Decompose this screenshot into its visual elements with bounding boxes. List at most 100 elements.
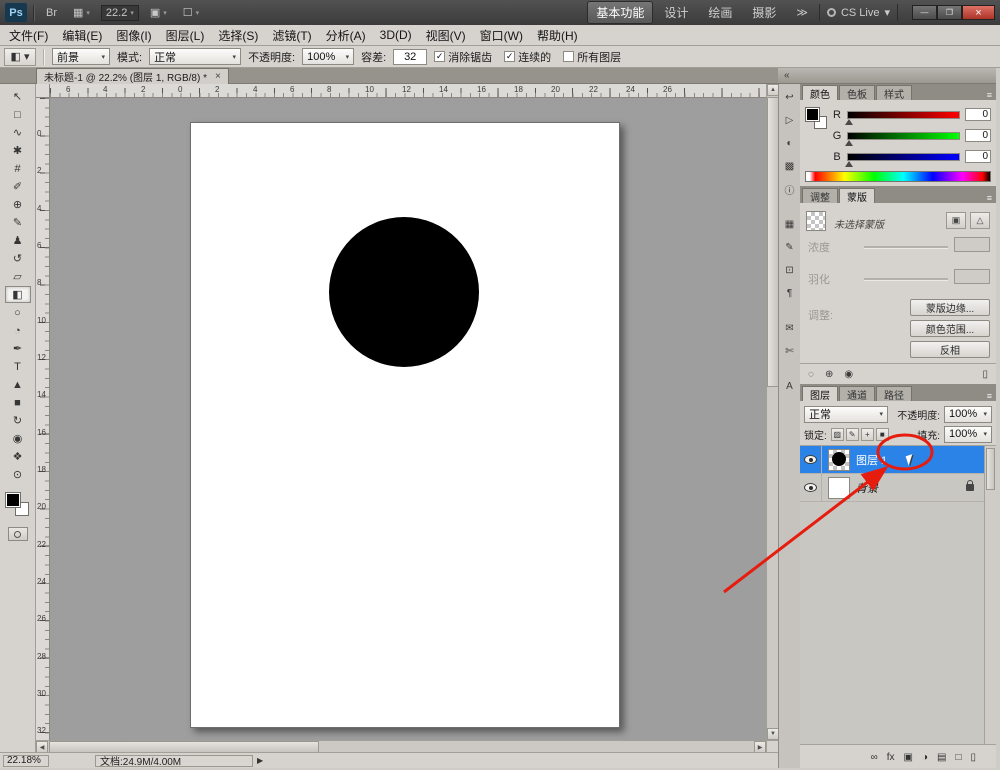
checkbox[interactable] (563, 51, 574, 62)
lock-all-icon[interactable]: ■ (876, 428, 889, 441)
history-panel-icon[interactable]: ↩ (782, 90, 798, 105)
notes-panel-icon[interactable]: ✉ (782, 321, 798, 336)
cs-live-button[interactable]: CS Live ▾ (819, 4, 898, 21)
launch-bridge-button[interactable]: Br (41, 5, 62, 21)
eyedropper-tool[interactable]: ✐ (5, 178, 31, 195)
apply-mask-icon[interactable]: ⊕ (825, 369, 833, 380)
mask-edge-button[interactable]: 蒙版边缘... (910, 299, 990, 316)
delete-mask-icon[interactable]: ▯ (982, 369, 988, 380)
blend-mode-dropdown[interactable]: 正常 ▾ (149, 48, 241, 65)
info-panel-icon[interactable]: ⓘ (782, 182, 798, 197)
menu-item[interactable]: 视图(V) (419, 25, 473, 46)
panel-tab[interactable]: 样式 (876, 85, 912, 100)
adjustments-panel-icon[interactable]: ◐ (782, 136, 798, 151)
panel-tab[interactable]: 通道 (839, 386, 875, 401)
menu-item[interactable]: 图层(L) (159, 25, 212, 46)
panel-tab[interactable]: 颜色 (802, 85, 838, 100)
menu-item[interactable]: 选择(S) (211, 25, 265, 46)
horizontal-ruler[interactable]: 6 4 2 0 2 4 6 8 10 12 14 16 18 20 22 (50, 84, 766, 98)
menu-item[interactable]: 滤镜(T) (265, 25, 318, 46)
layer-opacity-field[interactable]: 100% ▾ (944, 406, 992, 423)
link-layers-icon[interactable]: ∞ (871, 752, 878, 763)
brush-panel-icon[interactable]: ✎ (782, 240, 798, 255)
layer-row-layer1[interactable]: 图层 1 (800, 446, 984, 474)
color-range-button[interactable]: 颜色范围... (910, 320, 990, 337)
panel-tab[interactable]: 蒙版 (839, 188, 875, 203)
foreground-color-swatch[interactable] (806, 108, 819, 121)
layer-thumbnail[interactable] (828, 477, 850, 499)
type-tool[interactable]: T (5, 358, 31, 375)
layer-name[interactable]: 背景 (856, 480, 878, 496)
lock-pixels-icon[interactable]: ✎ (846, 428, 859, 441)
add-layer-mask-icon[interactable]: ▣ (903, 752, 912, 763)
paragraph-panel-icon[interactable]: ¶ (782, 286, 798, 301)
layer-thumbnail[interactable] (828, 449, 850, 471)
photoshop-logo[interactable]: Ps (5, 3, 27, 22)
quick-mask-button[interactable] (8, 527, 28, 541)
ruler-origin-box[interactable] (36, 84, 50, 98)
vertical-scrollbar[interactable]: ▲ ▼ (766, 84, 778, 740)
actions-panel-icon[interactable]: ▷ (782, 113, 798, 128)
move-tool[interactable]: ↖ (5, 88, 31, 105)
visibility-cell[interactable] (800, 474, 822, 501)
new-adjustment-layer-icon[interactable]: ◑ (922, 752, 928, 763)
foreground-color-swatch[interactable] (6, 493, 20, 507)
channel-value-field[interactable]: 0 (965, 150, 991, 163)
path-selection-tool[interactable]: ▲ (5, 376, 31, 393)
measurement-log-panel-icon[interactable]: ✄ (782, 344, 798, 359)
channel-value-field[interactable]: 0 (965, 108, 991, 121)
pen-tool[interactable]: ✒ (5, 340, 31, 357)
3d-orbit-tool[interactable]: ◉ (5, 430, 31, 447)
fill-source-dropdown[interactable]: 前景 ▾ (52, 48, 110, 65)
panel-tab[interactable]: 色板 (839, 85, 875, 100)
menu-item[interactable]: 文件(F) (2, 25, 55, 46)
lasso-tool[interactable]: ∿ (5, 124, 31, 141)
menu-item[interactable]: 图像(I) (109, 25, 158, 46)
horizontal-scrollbar[interactable]: ◀ ▶ (36, 740, 766, 752)
zoom-tool[interactable]: ⊙ (5, 466, 31, 483)
history-brush-tool[interactable]: ↺ (5, 250, 31, 267)
vertical-ruler[interactable]: 0 2 4 6 8 10 12 14 16 18 20 22 24 26 28 (36, 98, 50, 740)
panel-tab[interactable]: 图层 (802, 386, 838, 401)
eraser-tool[interactable]: ▱ (5, 268, 31, 285)
quick-selection-tool[interactable]: ✱ (5, 142, 31, 159)
disable-mask-icon[interactable]: ◉ (844, 369, 853, 380)
color-spectrum-ramp[interactable] (805, 171, 991, 182)
load-selection-from-mask-icon[interactable]: ◌ (808, 369, 814, 380)
channel-slider[interactable] (847, 153, 960, 161)
panel-tab[interactable]: 调整 (802, 188, 838, 203)
add-vector-mask-button[interactable]: △ (970, 212, 990, 229)
layer-style-icon[interactable]: fx (887, 752, 895, 763)
new-group-icon[interactable]: ▤ (937, 752, 946, 763)
panel-menu-icon[interactable]: ≡ (987, 391, 992, 401)
layer-name[interactable]: 图层 1 (856, 452, 887, 468)
document-tab[interactable]: 未标题-1 @ 22.2% (图层 1, RGB/8) * × (36, 68, 229, 84)
crop-tool[interactable]: # (5, 160, 31, 177)
hand-tool[interactable]: ❖ (5, 448, 31, 465)
layer-list-scrollbar[interactable] (984, 446, 996, 744)
menu-item[interactable]: 帮助(H) (530, 25, 585, 46)
rectangular-marquee-tool[interactable]: □ (5, 106, 31, 123)
channel-value-field[interactable]: 0 (965, 129, 991, 142)
layer-fill-field[interactable]: 100% ▾ (944, 426, 992, 443)
lock-transparency-icon[interactable]: ▨ (831, 428, 844, 441)
document-canvas[interactable] (190, 122, 620, 728)
3d-rotate-tool[interactable]: ↻ (5, 412, 31, 429)
status-zoom-field[interactable]: 22.18% (3, 755, 49, 767)
slider-thumb-icon[interactable] (845, 140, 853, 146)
panel-menu-icon[interactable]: ≡ (987, 90, 992, 100)
screen-mode-button[interactable]: ☐ ▾ (178, 4, 204, 21)
invert-button[interactable]: 反相 (910, 341, 990, 358)
arrange-documents-button[interactable]: ▣ ▾ (145, 4, 172, 21)
rectangle-tool[interactable]: ■ (5, 394, 31, 411)
tool-preset-picker[interactable]: ◧ ▾ (4, 48, 36, 66)
restore-button[interactable]: ❐ (937, 5, 962, 20)
menu-item[interactable]: 3D(D) (373, 26, 419, 44)
brush-tool[interactable]: ✎ (5, 214, 31, 231)
clone-source-panel-icon[interactable]: ⊡ (782, 263, 798, 278)
layer-row-background[interactable]: 背景 (800, 474, 984, 502)
lock-position-icon[interactable]: + (861, 428, 874, 441)
menu-item[interactable]: 分析(A) (319, 25, 373, 46)
workspace-button[interactable]: 绘画 (699, 1, 741, 24)
blur-tool[interactable]: ○ (5, 304, 31, 321)
